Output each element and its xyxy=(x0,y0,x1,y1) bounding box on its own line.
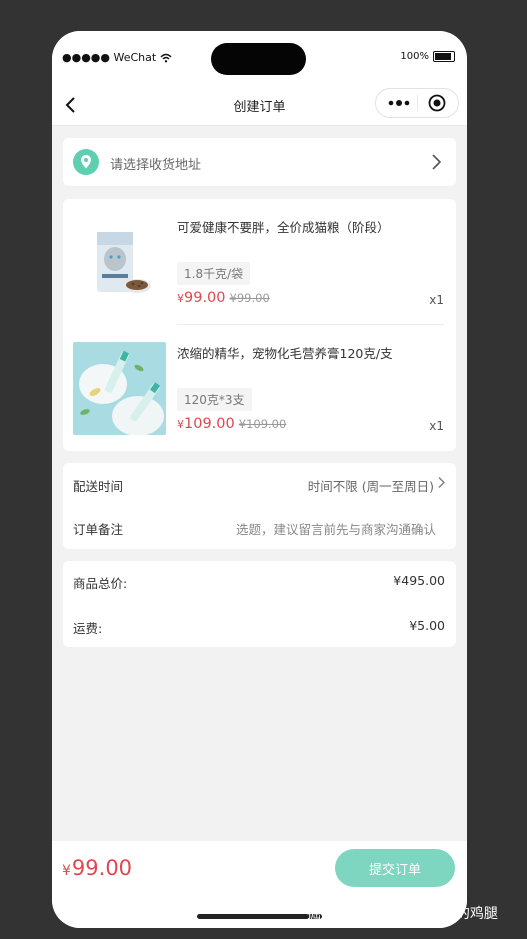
delivery-time-label: 配送时间 xyxy=(73,479,124,494)
phone-frame: ●●●●● WeChat 100% 创建订单 请选择收货地址 可爱健康不要胖，全… xyxy=(52,31,467,928)
status-right: 100% xyxy=(400,51,455,62)
goods-name: 可爱健康不要胖，全价成猫粮（阶段） xyxy=(177,220,390,235)
home-indicator xyxy=(197,914,322,919)
chevron-right-icon xyxy=(432,154,442,170)
goods-item[interactable]: 可爱健康不要胖，全价成猫粮（阶段） 1.8千克/袋 ¥ 99.00 ¥99.00… xyxy=(63,199,456,325)
status-left: ●●●●● WeChat xyxy=(62,51,172,64)
close-miniprogram-icon[interactable] xyxy=(428,94,446,112)
original-price: ¥99.00 xyxy=(229,291,270,305)
more-icon[interactable] xyxy=(388,97,410,109)
shipping-value: ¥5.00 xyxy=(409,618,445,633)
order-total: ¥ 99.00 xyxy=(62,856,132,880)
miniprogram-capsule xyxy=(375,88,459,118)
submit-order-button[interactable]: 提交订单 xyxy=(335,849,455,887)
order-note-label: 订单备注 xyxy=(73,522,124,537)
carrier-text: ●●●●● WeChat xyxy=(62,51,157,64)
address-selector[interactable]: 请选择收货地址 xyxy=(63,138,456,186)
goods-price: 109.00 xyxy=(184,416,235,432)
order-total-value: 99.00 xyxy=(71,856,133,880)
delivery-time-row[interactable]: 配送时间 时间不限 (周一至周日) xyxy=(63,463,456,506)
cat-food-bag-image xyxy=(73,216,166,309)
wifi-icon xyxy=(160,53,172,62)
navbar: 创建订单 xyxy=(52,85,467,126)
goods-total-label: 商品总价: xyxy=(73,576,128,591)
price-summary: 商品总价: ¥495.00 运费: ¥5.00 xyxy=(63,561,456,647)
location-pin-icon xyxy=(73,149,99,175)
pet-paste-tubes-image xyxy=(73,342,166,435)
battery-icon xyxy=(433,51,455,62)
goods-name: 浓缩的精华，宠物化毛营养膏120克/支 xyxy=(177,346,393,361)
price-row: ¥ 109.00 ¥109.00 xyxy=(177,416,286,432)
battery-percent: 100% xyxy=(400,51,429,62)
goods-spec: 120克*3支 xyxy=(177,388,252,411)
capsule-divider xyxy=(417,95,418,111)
order-note-input[interactable]: 选题，建议留言前先与商家沟通确认 xyxy=(236,519,436,538)
shipping-label: 运费: xyxy=(73,621,103,636)
goods-item[interactable]: 浓缩的精华，宠物化毛营养膏120克/支 120克*3支 ¥ 109.00 ¥10… xyxy=(63,325,456,451)
currency-symbol: ¥ xyxy=(62,863,71,879)
chevron-right-icon xyxy=(438,477,445,488)
goods-quantity: x1 xyxy=(429,419,444,433)
goods-total-value: ¥495.00 xyxy=(393,573,445,588)
watermark: 掘金技术社区 @ 爱泡脚的鸡腿 xyxy=(307,906,498,922)
goods-list: 可爱健康不要胖，全价成猫粮（阶段） 1.8千克/袋 ¥ 99.00 ¥99.00… xyxy=(63,199,456,451)
goods-price: 99.00 xyxy=(184,290,226,306)
currency-symbol: ¥ xyxy=(177,418,184,431)
delivery-time-value: 时间不限 (周一至周日) xyxy=(307,479,434,494)
original-price: ¥109.00 xyxy=(238,417,287,431)
delivery-section: 配送时间 时间不限 (周一至周日) 订单备注 选题，建议留言前先与商家沟通确认 xyxy=(63,463,456,549)
currency-symbol: ¥ xyxy=(177,292,184,305)
goods-spec: 1.8千克/袋 xyxy=(177,262,251,285)
price-row: ¥ 99.00 ¥99.00 xyxy=(177,290,270,306)
goods-quantity: x1 xyxy=(429,293,444,307)
status-bar: ●●●●● WeChat 100% xyxy=(52,31,467,85)
camera-notch xyxy=(211,43,306,75)
address-placeholder: 请选择收货地址 xyxy=(110,158,202,173)
